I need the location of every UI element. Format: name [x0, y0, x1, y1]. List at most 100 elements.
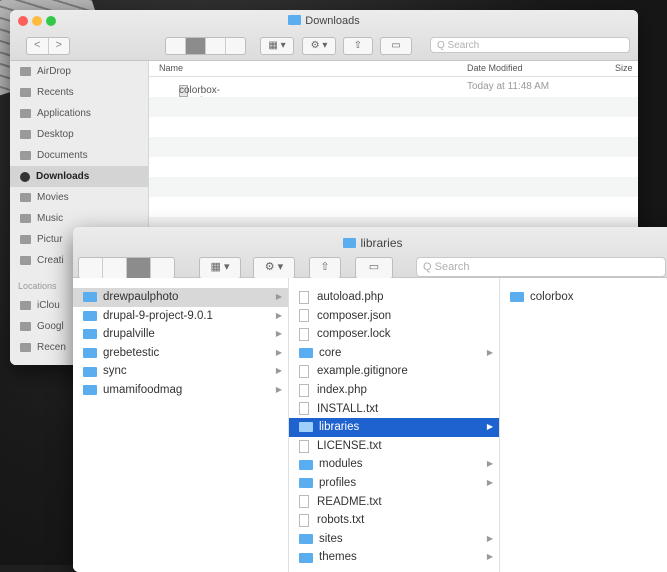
list-item[interactable]: LICENSE.txt — [289, 437, 499, 456]
list-item[interactable]: grebetestic ▶ — [73, 344, 288, 363]
chevron-right-icon: ▶ — [275, 384, 282, 394]
list-item[interactable]: INSTALL.txt — [289, 400, 499, 419]
chevron-right-icon: ▶ — [275, 310, 282, 320]
list-item[interactable]: sites ▶ — [289, 530, 499, 549]
folder-icon — [299, 534, 313, 545]
chevron-right-icon: ▶ — [486, 533, 493, 543]
icon-view-button[interactable] — [79, 258, 102, 278]
list-item[interactable]: autoload.php — [289, 288, 499, 307]
list-item[interactable]: README.txt — [289, 493, 499, 512]
desktop-icon — [20, 130, 31, 139]
folder-icon — [299, 478, 313, 489]
list-item[interactable]: colorbox — [500, 288, 667, 307]
column-browser-col1: drewpaulphoto ▶ drupal-9-project-9.0.1 ▶ dru… — [73, 278, 289, 572]
view-mode-group — [165, 37, 246, 55]
folder-icon — [299, 459, 313, 470]
folder-icon — [83, 348, 97, 359]
view-mode-group — [78, 257, 175, 279]
icon-view-button[interactable] — [166, 38, 185, 54]
gallery-view-button[interactable] — [225, 38, 245, 54]
list-item[interactable]: core ▶ — [289, 344, 499, 363]
google-drive-icon — [20, 322, 31, 331]
libraries-window: libraries ▦ ▾ ⚙ ▾ ⇧ ▭ Q Search drewpaulp… — [73, 227, 667, 572]
search-input[interactable]: Q Search — [430, 37, 630, 53]
folder-icon — [83, 310, 97, 321]
document-icon — [299, 290, 309, 304]
list-item[interactable]: drewpaulphoto ▶ — [73, 288, 288, 307]
share-button[interactable]: ⇧ — [309, 257, 341, 279]
sidebar-item-movies[interactable]: Movies — [10, 187, 148, 208]
column-size-header[interactable]: Size — [615, 63, 633, 73]
gallery-view-button[interactable] — [150, 258, 174, 278]
recent-icon — [20, 343, 31, 352]
sidebar-item-documents[interactable]: Documents — [10, 145, 148, 166]
chevron-right-icon: ▶ — [275, 329, 282, 339]
folder-icon — [83, 385, 97, 396]
folder-icon — [299, 552, 313, 563]
sidebar-item-desktop[interactable]: Desktop — [10, 124, 148, 145]
group-button[interactable]: ▦ ▾ — [199, 257, 241, 279]
forward-button[interactable]: > — [47, 38, 70, 54]
group-button[interactable]: ▦ ▾ — [260, 37, 294, 55]
recents-icon — [20, 88, 31, 97]
title-bar: libraries ▦ ▾ ⚙ ▾ ⇧ ▭ Q Search — [73, 227, 667, 279]
folder-icon — [83, 366, 97, 377]
chevron-right-icon: ▶ — [486, 347, 493, 357]
icloud-icon — [20, 301, 31, 310]
list-item[interactable]: composer.json — [289, 307, 499, 326]
list-item[interactable]: robots.txt — [289, 511, 499, 530]
sidebar-item-music[interactable]: Music — [10, 208, 148, 229]
chevron-right-icon: ▶ — [486, 477, 493, 487]
file-row[interactable]: colorbox-1.x.zip Today at 11:48 AM — [149, 77, 638, 107]
title-bar: Downloads < > ▦ ▾ ⚙ ▾ ⇧ ▭ Q Search — [10, 10, 638, 61]
document-icon — [299, 439, 309, 453]
chevron-right-icon: ▶ — [486, 459, 493, 469]
window-title: libraries — [73, 236, 667, 250]
search-input[interactable]: Q Search — [416, 257, 666, 277]
list-item[interactable]: example.gitignore — [289, 362, 499, 381]
list-item[interactable]: drupalville ▶ — [73, 325, 288, 344]
list-item[interactable]: sync ▶ — [73, 362, 288, 381]
sidebar-item-airdrop[interactable]: AirDrop — [10, 61, 148, 82]
tag-button[interactable]: ▭ — [380, 37, 412, 55]
list-view-button[interactable] — [185, 38, 205, 54]
document-icon — [299, 513, 309, 527]
sidebar-item-downloads[interactable]: Downloads — [10, 166, 148, 187]
document-icon — [299, 495, 309, 509]
action-gear-button[interactable]: ⚙ ▾ — [302, 37, 336, 55]
list-view-button[interactable] — [102, 258, 126, 278]
sidebar-item-applications[interactable]: Applications — [10, 103, 148, 124]
folder-icon — [299, 348, 313, 359]
music-icon — [20, 214, 31, 223]
list-item[interactable]: modules ▶ — [289, 455, 499, 474]
list-item[interactable]: drupal-9-project-9.0.1 ▶ — [73, 307, 288, 326]
document-icon — [299, 383, 309, 397]
back-button[interactable]: < — [27, 38, 48, 54]
column-view-button[interactable] — [205, 38, 225, 54]
document-icon — [299, 309, 309, 323]
list-item[interactable]: index.php — [289, 381, 499, 400]
column-name-header[interactable]: Name — [159, 63, 183, 73]
list-item[interactable]: profiles ▶ — [289, 474, 499, 493]
list-item[interactable]: themes ▶ — [289, 548, 499, 567]
folder-icon — [83, 329, 97, 340]
window-title: Downloads — [10, 15, 638, 27]
list-item[interactable]: libraries ▶ — [289, 418, 499, 437]
nav-buttons: < > — [26, 37, 70, 55]
chevron-right-icon: ▶ — [275, 347, 282, 357]
column-browser-col3: colorbox — [500, 278, 667, 572]
list-item[interactable]: umamifoodmag ▶ — [73, 381, 288, 400]
tag-button[interactable]: ▭ — [355, 257, 393, 279]
column-date-header[interactable]: Date Modified — [467, 63, 523, 73]
documents-icon — [20, 151, 31, 160]
chevron-right-icon: ▶ — [275, 292, 282, 301]
action-gear-button[interactable]: ⚙ ▾ — [253, 257, 295, 279]
column-browser-col2: autoload.php composer.json composer.lock co… — [289, 278, 500, 572]
sidebar-item-recents[interactable]: Recents — [10, 82, 148, 103]
chevron-right-icon: ▶ — [486, 422, 493, 432]
share-button[interactable]: ⇧ — [343, 37, 373, 55]
folder-icon — [510, 292, 524, 303]
column-view-button[interactable] — [126, 258, 150, 278]
list-item[interactable]: composer.lock — [289, 325, 499, 344]
downloads-icon — [20, 171, 30, 182]
